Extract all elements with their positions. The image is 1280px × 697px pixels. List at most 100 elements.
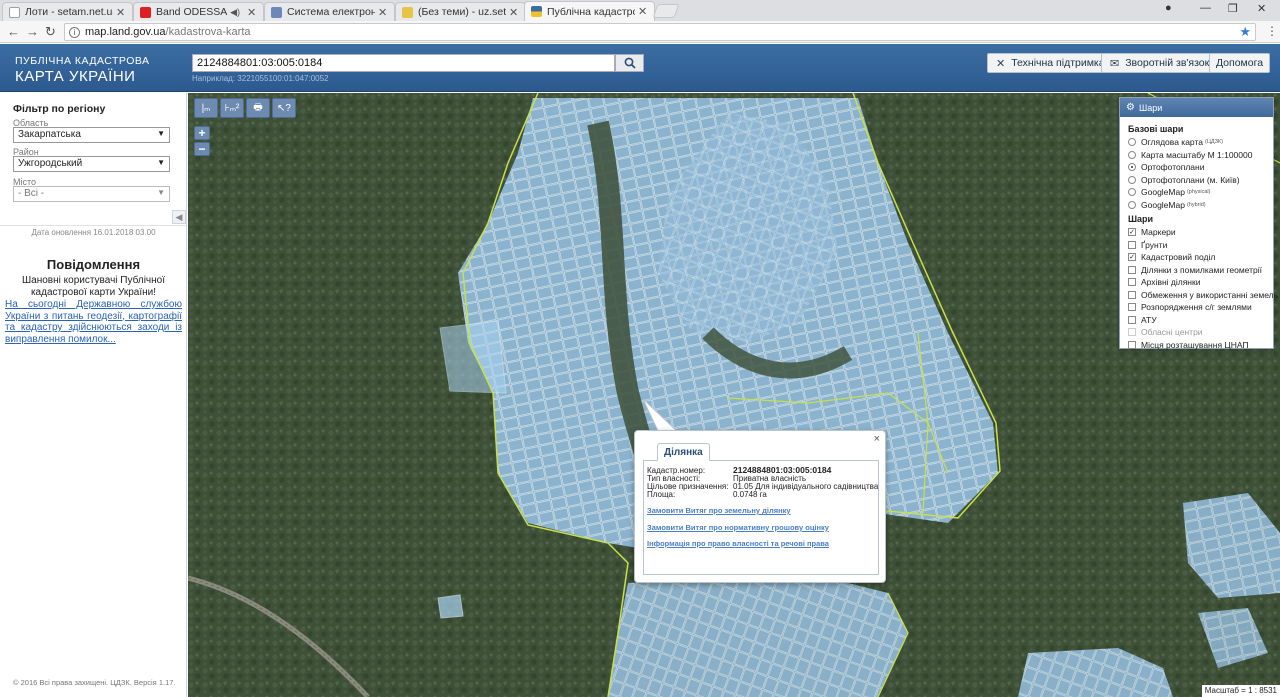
forward-arrow-icon[interactable]: →: [26, 24, 39, 39]
dropdown-caret-icon: ▼: [157, 188, 165, 197]
search-icon: [624, 57, 636, 69]
radio-button[interactable]: [1128, 175, 1136, 184]
checkbox[interactable]: [1128, 278, 1136, 287]
oblast-select[interactable]: Закарпатська ▼: [13, 127, 170, 143]
address-bar[interactable]: i map.land.gov.ua /kadastrova-karta ★: [64, 23, 1256, 41]
bookmark-star-icon[interactable]: ★: [1239, 24, 1251, 40]
browser-tab-1[interactable]: Лоти - setam.net.ua ✕: [2, 2, 133, 21]
news-link[interactable]: На сьогодні Державною службою України з …: [5, 299, 182, 345]
browser-menu-icon[interactable]: ⋮: [1266, 24, 1278, 38]
base-layer-option[interactable]: Карта масштабу М 1:100000: [1128, 149, 1273, 162]
overlay-layer-option[interactable]: АТУ: [1128, 314, 1273, 327]
feedback-button[interactable]: ✉ Зворотній зв'язок: [1101, 53, 1219, 73]
checkbox[interactable]: [1128, 340, 1136, 349]
info-icon[interactable]: i: [69, 26, 80, 38]
browser-tab-4[interactable]: (Без теми) - uz.setam@ ✕: [395, 2, 526, 21]
base-layer-option[interactable]: GoogleMap (hybrid): [1128, 199, 1273, 212]
filter-title: Фільтр по регіону: [13, 103, 106, 115]
parcel-value: 0.0748 га: [733, 490, 767, 499]
restore-icon[interactable]: ❐: [1228, 2, 1238, 15]
close-icon[interactable]: ×: [874, 433, 880, 445]
envelope-icon: ✉: [1110, 57, 1120, 70]
checkbox[interactable]: ✓: [1128, 253, 1136, 262]
checkbox[interactable]: [1128, 315, 1136, 324]
print-button[interactable]: 🖶: [246, 98, 270, 118]
profile-icon[interactable]: ●: [1165, 2, 1172, 14]
audio-playing-icon[interactable]: ◀): [230, 7, 240, 18]
collapse-sidebar-button[interactable]: ◀: [172, 210, 186, 224]
tab-close-icon[interactable]: ✕: [378, 6, 388, 19]
overlay-layer-option[interactable]: ✓ Маркери: [1128, 226, 1273, 239]
tab-parcel[interactable]: Ділянка: [657, 443, 710, 461]
base-layer-option[interactable]: Оглядова карта (ЦДЗК): [1128, 136, 1273, 149]
tab-label: Система електронної т: [287, 6, 375, 18]
base-layer-label: GoogleMap: [1141, 187, 1185, 198]
measure-distance-button[interactable]: |ₘ: [194, 98, 218, 118]
tab-close-icon[interactable]: ✕: [509, 6, 519, 19]
radio-button[interactable]: [1128, 200, 1136, 209]
url-host: map.land.gov.ua: [85, 26, 166, 38]
back-arrow-icon[interactable]: ←: [7, 24, 20, 39]
overlay-layer-label: Кадастровий поділ: [1141, 252, 1216, 263]
base-layer-option[interactable]: Ортофотоплани (м. Київ): [1128, 174, 1273, 187]
checkbox[interactable]: [1128, 265, 1136, 274]
base-layer-option[interactable]: Ортофотоплани: [1128, 161, 1273, 174]
checkbox[interactable]: [1128, 240, 1136, 249]
overlay-layer-option[interactable]: ✓ Кадастровий поділ: [1128, 251, 1273, 264]
browser-tab-5[interactable]: Публічна кадастрова ка ✕: [524, 1, 655, 21]
rayon-select[interactable]: Ужгородський ▼: [13, 156, 170, 172]
browser-tab-3[interactable]: Система електронної т ✕: [264, 2, 395, 21]
radio-button[interactable]: [1128, 163, 1136, 172]
gear-icon: ⚙: [1126, 102, 1135, 113]
radio-button[interactable]: [1128, 188, 1136, 197]
radio-button[interactable]: [1128, 138, 1136, 147]
zoom-out-button[interactable]: −: [194, 142, 210, 156]
tab-label: Лоти - setam.net.ua: [25, 6, 113, 18]
search-example-hint: Наприклад: 3221055100:01:047:0052: [192, 74, 329, 83]
overlay-layer-option[interactable]: Ґрунти: [1128, 239, 1273, 252]
overlay-layer-option[interactable]: Розпорядження с/г землями: [1128, 301, 1273, 314]
measure-area-button[interactable]: ⊦ₘ²: [220, 98, 244, 118]
search-button[interactable]: [615, 54, 644, 72]
overlay-layer-option[interactable]: Обмеження у використанні земель: [1128, 289, 1278, 302]
tech-support-button[interactable]: ✕ Технічна підтримка: [987, 53, 1114, 73]
tab-label: Публічна кадастрова ка: [547, 5, 635, 18]
radio-button[interactable]: [1128, 150, 1136, 159]
site-logo[interactable]: ПУБЛІЧНА КАДАСТРОВА КАРТА УКРАЇНИ: [15, 55, 150, 85]
browser-tab-2[interactable]: Band ODESSA ХОЧУ ◀) ✕: [133, 2, 264, 21]
city-value: - Всі -: [18, 188, 45, 199]
base-layer-note: (hybrid): [1186, 201, 1206, 208]
reload-icon[interactable]: ↻: [45, 24, 56, 40]
zoom-in-button[interactable]: +: [194, 126, 210, 140]
base-layer-option[interactable]: GoogleMap (physical): [1128, 186, 1273, 199]
tab-close-icon[interactable]: ✕: [116, 6, 126, 19]
copyright-footer: © 2016 Всі права захищені. ЦДЗК. Версія …: [13, 678, 176, 687]
overlay-layer-option[interactable]: Місця розташування ЦНАП: [1128, 339, 1273, 352]
checkbox[interactable]: ✓: [1128, 228, 1136, 237]
tech-support-label: Технічна підтримка: [1011, 57, 1105, 69]
overlay-layer-label: Розпорядження с/г землями: [1141, 302, 1252, 313]
tab-close-icon[interactable]: ✕: [247, 6, 257, 19]
identify-button[interactable]: ↖?: [272, 98, 296, 118]
help-button[interactable]: Допомога: [1209, 53, 1270, 73]
city-select[interactable]: - Всі - ▼: [13, 186, 170, 202]
url-path: /kadastrova-karta: [165, 26, 251, 38]
map-scale: Масштаб = 1 : 8531: [1201, 685, 1280, 697]
ownership-info-link[interactable]: Інформація про право власності та речові…: [647, 539, 829, 548]
cadastral-map[interactable]: |ₘ ⊦ₘ² 🖶 ↖? + − ⚙ Шари Базові шари Огляд…: [188, 93, 1280, 697]
tab-close-icon[interactable]: ✕: [638, 5, 648, 18]
cadastral-search-input[interactable]: [192, 54, 615, 72]
order-valuation-extract-link[interactable]: Замовити Витяг про нормативну грошову оц…: [647, 523, 829, 532]
dropdown-caret-icon: ▼: [157, 129, 165, 138]
close-window-icon[interactable]: ✕: [1257, 2, 1266, 15]
overlay-layer-option[interactable]: Ділянки з помилками геометрії: [1128, 264, 1273, 277]
layers-panel-header[interactable]: ⚙ Шари: [1120, 98, 1273, 117]
checkbox[interactable]: [1128, 290, 1136, 299]
checkbox[interactable]: [1128, 303, 1136, 312]
new-tab-button[interactable]: [652, 4, 680, 18]
site-header: ПУБЛІЧНА КАДАСТРОВА КАРТА УКРАЇНИ Наприк…: [0, 44, 1280, 92]
overlay-layer-option[interactable]: Архівні ділянки: [1128, 276, 1273, 289]
orthophoto-terrain: [188, 93, 1280, 697]
minimize-icon[interactable]: —: [1200, 2, 1211, 14]
order-land-extract-link[interactable]: Замовити Витяг про земельну ділянку: [647, 506, 791, 515]
